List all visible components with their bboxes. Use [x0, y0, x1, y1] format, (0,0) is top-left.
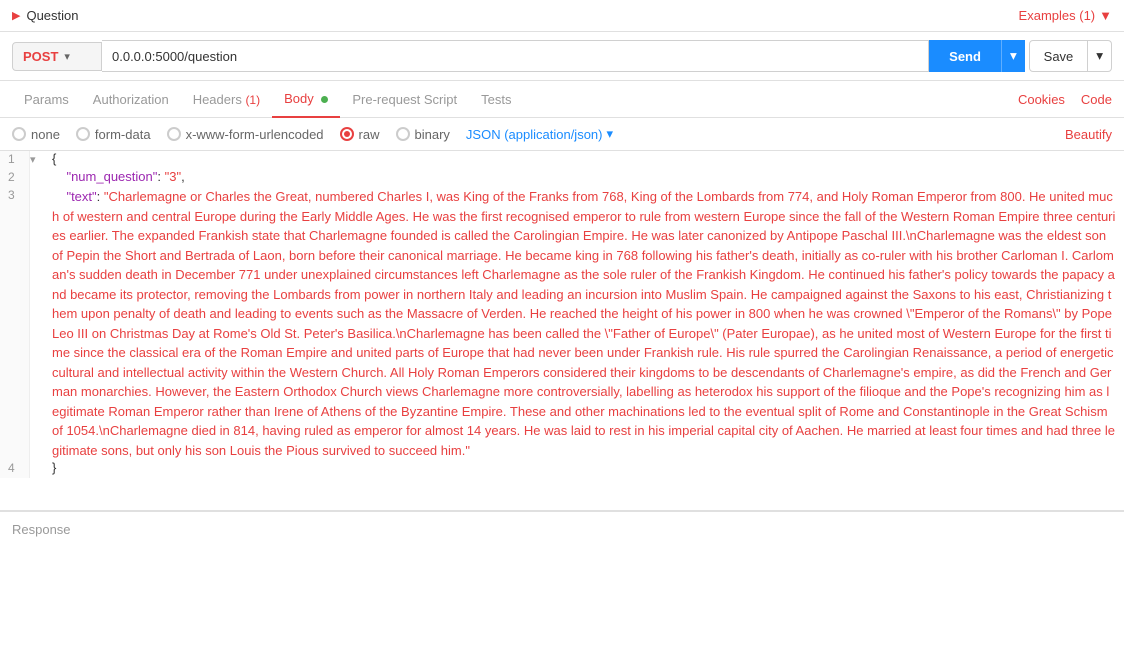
body-type-form-data[interactable]: form-data	[76, 127, 151, 142]
radio-none	[12, 127, 26, 141]
code-line-1: 1 ▾ {	[0, 151, 1124, 169]
send-button[interactable]: Send	[929, 40, 1001, 72]
save-button[interactable]: Save	[1029, 40, 1089, 72]
url-input[interactable]	[102, 40, 929, 72]
tab-headers[interactable]: Headers (1)	[181, 82, 272, 117]
body-dot	[321, 96, 328, 103]
url-bar: POST ▾ Send ▾ Save ▾	[0, 32, 1124, 81]
tab-body[interactable]: Body	[272, 81, 340, 118]
tabs-right: Cookies Code	[1018, 92, 1112, 107]
method-select[interactable]: POST ▾	[12, 42, 102, 71]
collection-arrow[interactable]: ▶	[12, 9, 20, 22]
request-tabs: Params Authorization Headers (1) Body Pr…	[0, 81, 1124, 118]
radio-raw	[340, 127, 354, 141]
response-label: Response	[12, 522, 71, 537]
code-line-3: 3 "text": "Charlemagne or Charles the Gr…	[0, 187, 1124, 460]
tab-pre-request[interactable]: Pre-request Script	[340, 82, 469, 117]
body-type-selector: none form-data x-www-form-urlencoded raw…	[0, 118, 1124, 151]
send-button-group: Send ▾	[929, 40, 1025, 72]
top-bar: ▶ Question Examples (1) ▼	[0, 0, 1124, 32]
code-link[interactable]: Code	[1081, 92, 1112, 107]
method-chevron-icon: ▾	[64, 50, 70, 63]
body-type-raw[interactable]: raw	[340, 127, 380, 142]
code-line-2: 2 "num_question": "3",	[0, 169, 1124, 187]
body-type-urlencoded[interactable]: x-www-form-urlencoded	[167, 127, 324, 142]
save-dropdown-button[interactable]: ▾	[1088, 40, 1112, 72]
response-section: Response	[0, 511, 1124, 547]
method-label: POST	[23, 49, 58, 64]
body-type-binary[interactable]: binary	[396, 127, 450, 142]
collection-title: ▶ Question	[12, 8, 79, 23]
send-dropdown-button[interactable]: ▾	[1001, 40, 1025, 72]
body-type-none[interactable]: none	[12, 127, 60, 142]
collection-name: Question	[26, 8, 78, 23]
radio-urlencoded	[167, 127, 181, 141]
tab-authorization[interactable]: Authorization	[81, 82, 181, 117]
json-format-select[interactable]: JSON (application/json) ▾	[466, 126, 613, 142]
tab-params[interactable]: Params	[12, 82, 81, 117]
beautify-button[interactable]: Beautify	[1065, 127, 1112, 142]
headers-badge: (1)	[245, 93, 260, 107]
save-button-group: Save ▾	[1029, 40, 1112, 72]
radio-form-data	[76, 127, 90, 141]
code-line-4: 4 }	[0, 460, 1124, 478]
radio-binary	[396, 127, 410, 141]
cookies-link[interactable]: Cookies	[1018, 92, 1065, 107]
code-editor[interactable]: 1 ▾ { 2 "num_question": "3", 3 "text": "…	[0, 151, 1124, 511]
tab-tests[interactable]: Tests	[469, 82, 523, 117]
examples-link[interactable]: Examples (1) ▼	[1019, 8, 1112, 23]
